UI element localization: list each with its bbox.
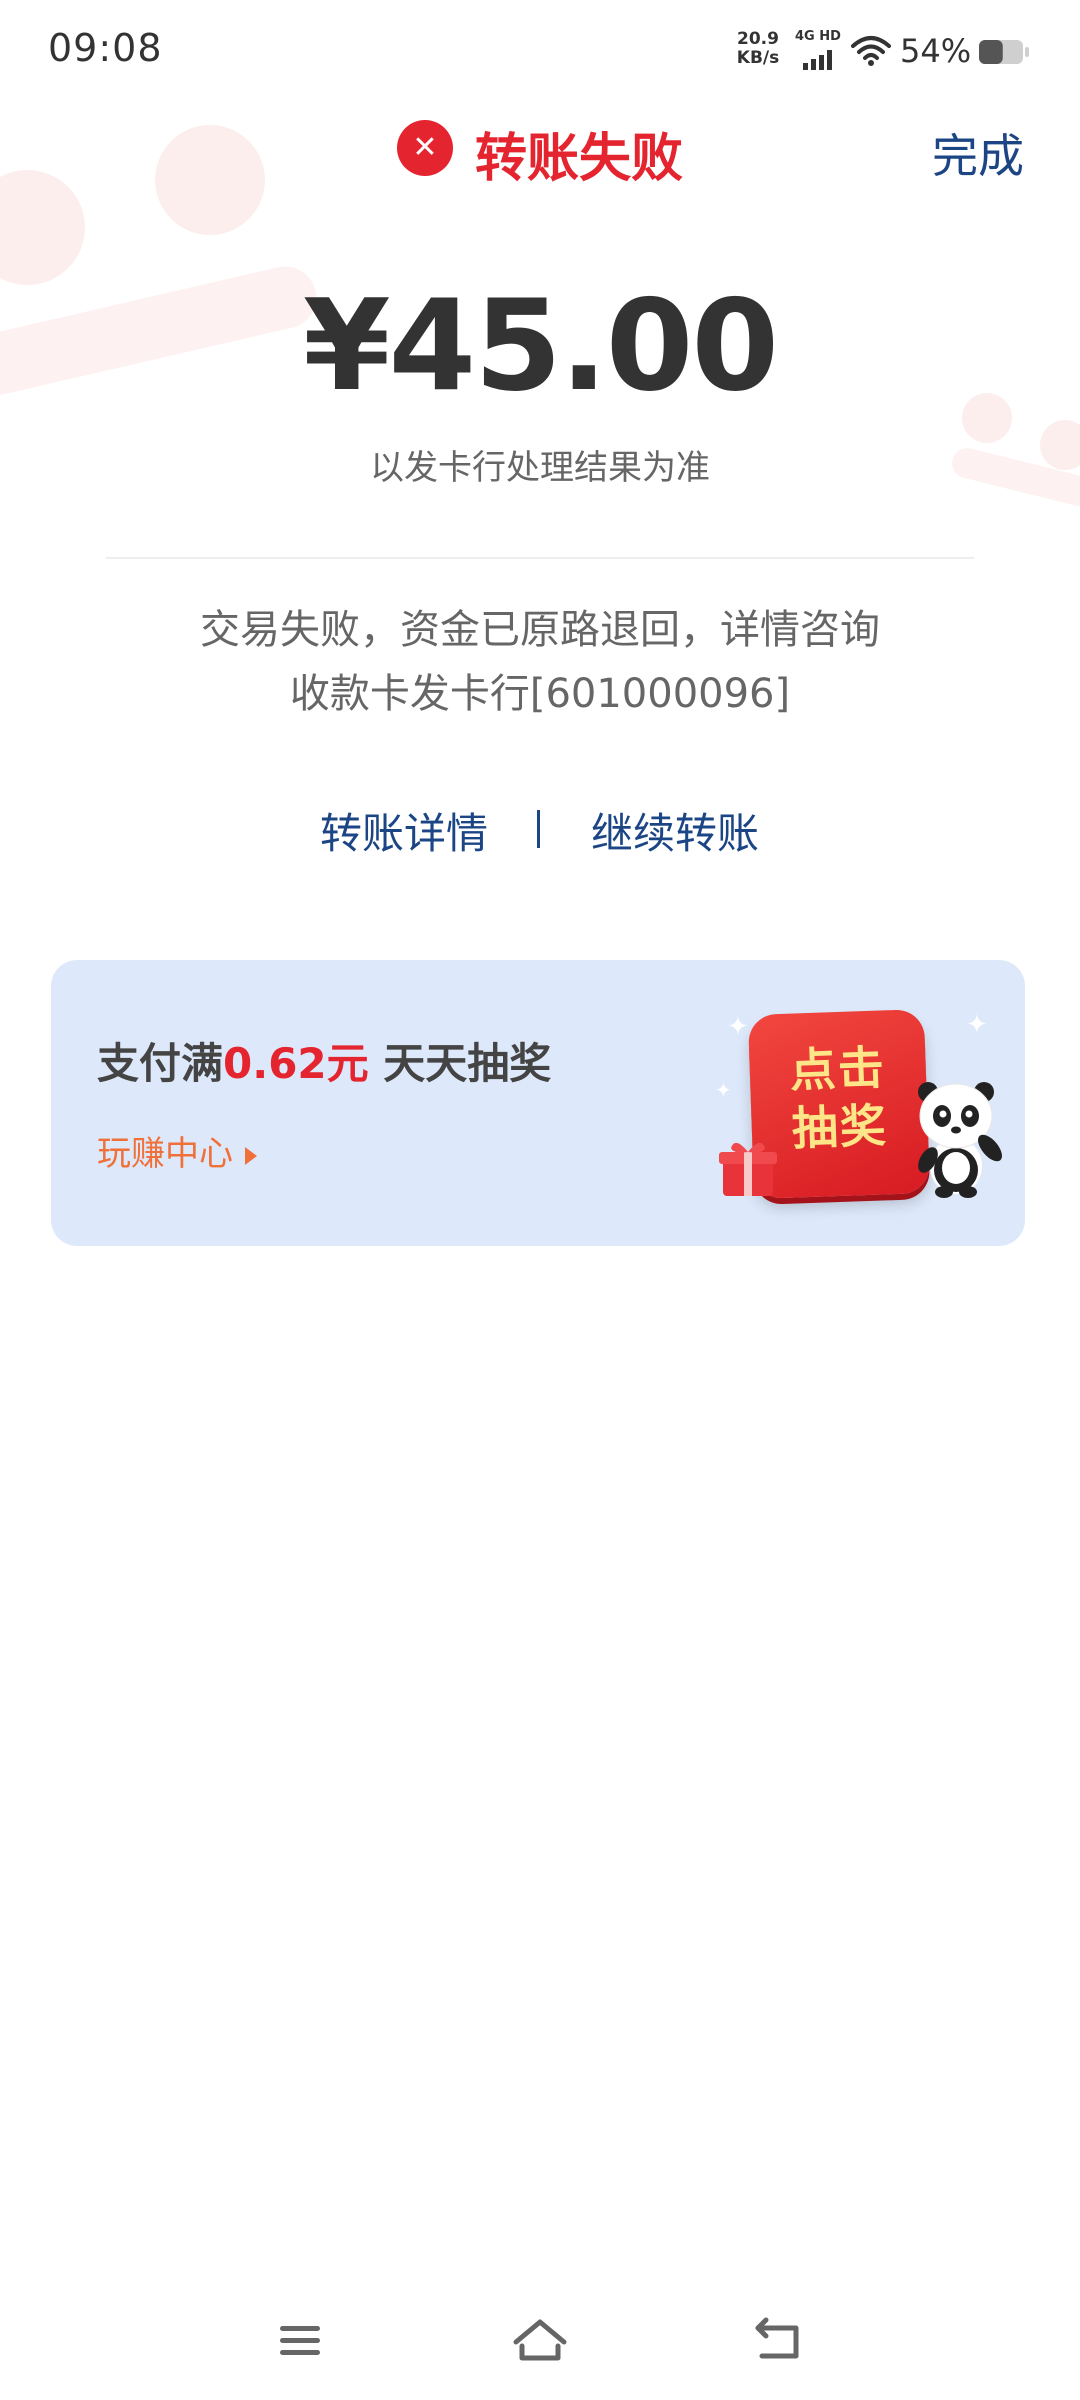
done-button[interactable]: 完成 [932,120,1024,186]
amount-note: 以发卡行处理结果为准 [370,448,710,488]
divider [106,557,974,559]
navigation-bar [0,2290,1080,2400]
network-label: 4G HD [795,29,841,44]
caret-right-icon [245,1146,257,1165]
network-speed-value: 20.9 [737,29,779,49]
lottery-button-line1: 点击 [788,1040,887,1098]
network-speed-unit: KB/s [736,48,780,68]
close-icon: ✕ [397,120,453,176]
transfer-details-link[interactable]: 转账详情 [320,800,488,861]
wifi-icon [851,36,891,66]
sparkle-icon: ✦ [966,1010,988,1040]
sparkle-icon: ✦ [715,1078,732,1102]
gift-icon [719,1142,777,1196]
result-header: ✕ 转账失败 完成 [0,100,1080,200]
signal-icon: 4G HD [795,30,843,70]
promo-title-amount: 0.62元 [223,1039,369,1088]
battery-icon [979,40,1029,64]
page-title: 转账失败 [475,129,684,189]
continue-transfer-link[interactable]: 继续转账 [591,800,759,861]
status-bar: 09:08 20.9 KB/s 4G HD 54% [0,0,1080,100]
promo-banner[interactable]: 支付满0.62元 天天抽奖 玩赚中心 ✦ ✦ ✦ 点击 抽奖 [51,960,1025,1246]
back-icon[interactable] [748,2312,812,2368]
transfer-amount: ¥45.00 [302,272,779,419]
promo-title-prefix: 支付满 [97,1039,224,1088]
status-time: 09:08 [48,26,163,70]
menu-icon[interactable] [268,2312,332,2368]
promo-title-suffix: 天天抽奖 [368,1039,552,1088]
promo-center-link[interactable]: 玩赚中心 [97,1126,257,1175]
home-icon[interactable] [508,2312,572,2368]
network-speed: 20.9 KB/s [733,30,783,68]
panda-icon [918,1082,1002,1198]
sparkle-icon: ✦ [727,1012,749,1042]
action-divider [537,810,540,848]
promo-link-label: 玩赚中心 [97,1134,233,1174]
promo-title: 支付满0.62元 天天抽奖 [97,1030,551,1091]
transfer-result-page: 09:08 20.9 KB/s 4G HD 54% ✕ 转账失败 完成 ¥45.… [0,0,1080,2400]
battery-percentage: 54% [900,32,972,70]
fail-message: 交易失败，资金已原路退回，详情咨询收款卡发卡行[601000096] [200,607,880,717]
